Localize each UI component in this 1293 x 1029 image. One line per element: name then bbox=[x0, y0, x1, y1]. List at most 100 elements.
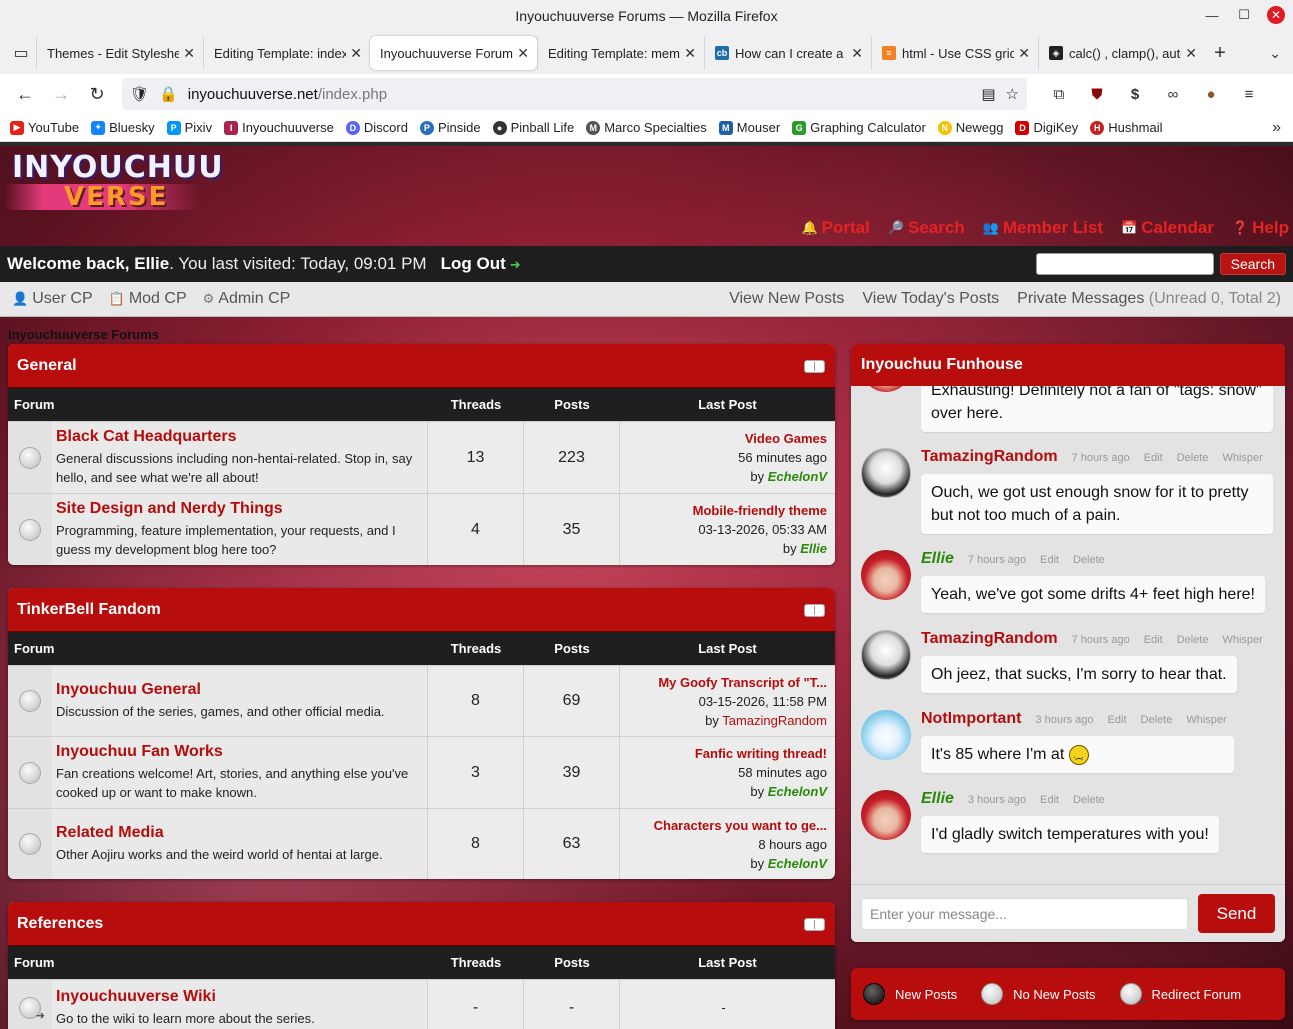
last-post-user-link[interactable]: TamazingRandom bbox=[722, 713, 827, 728]
bookmark-hushmail[interactable]: H Hushmail bbox=[1090, 120, 1162, 135]
tab-themes[interactable]: Themes - Edit Stylesheet ✕ bbox=[36, 36, 203, 70]
menu-icon[interactable]: ≡ bbox=[1235, 80, 1263, 108]
tab-editing-template-member[interactable]: Editing Template: member✕ bbox=[537, 36, 704, 70]
send-button[interactable]: Send bbox=[1198, 894, 1275, 933]
bookmark-newegg[interactable]: N Newegg bbox=[937, 120, 1003, 135]
user-avatar[interactable] bbox=[861, 630, 911, 680]
member-list-link[interactable]: 👥 Member List bbox=[983, 218, 1103, 238]
forum-name-link[interactable]: Inyouchuu Fan Works bbox=[56, 743, 423, 761]
bookmark-inyouchuuverse[interactable]: I Inyouchuuverse bbox=[224, 120, 334, 135]
chat-username[interactable]: Ellie bbox=[921, 550, 954, 568]
reader-view-icon[interactable]: ▤ bbox=[981, 85, 995, 103]
whisper-link[interactable]: Whisper bbox=[1222, 452, 1262, 464]
bookmark-bluesky[interactable]: ✦ Bluesky bbox=[91, 120, 155, 135]
whisper-link[interactable]: Whisper bbox=[1222, 634, 1262, 646]
close-tab-icon[interactable]: ✕ bbox=[350, 45, 362, 62]
infinity-icon[interactable]: ∞ bbox=[1159, 80, 1187, 108]
cookie-icon[interactable]: ● bbox=[1197, 80, 1225, 108]
reload-icon[interactable]: ↻ bbox=[82, 79, 112, 109]
edit-link[interactable]: Edit bbox=[1108, 714, 1127, 726]
maximize-icon[interactable]: ☐ bbox=[1235, 6, 1253, 24]
welcome-username[interactable]: Ellie bbox=[134, 254, 169, 273]
tab-editing-template-index[interactable]: Editing Template: index ✕ bbox=[203, 36, 370, 70]
new-tab-icon[interactable]: + bbox=[1205, 42, 1235, 65]
mod-cp-link[interactable]: 📋 Mod CP bbox=[109, 290, 187, 308]
header-search-button[interactable]: Search bbox=[1219, 253, 1286, 275]
help-link[interactable]: ❓ Help bbox=[1232, 218, 1289, 238]
delete-link[interactable]: Delete bbox=[1073, 554, 1105, 566]
more-bookmarks-icon[interactable]: » bbox=[1272, 119, 1281, 137]
close-window-icon[interactable]: ✕ bbox=[1267, 6, 1285, 24]
close-tab-icon[interactable]: ✕ bbox=[183, 45, 195, 62]
user-avatar[interactable] bbox=[861, 790, 911, 840]
bookmark-pinside[interactable]: P Pinside bbox=[419, 120, 481, 135]
chat-username[interactable]: Ellie bbox=[921, 790, 954, 808]
bookmark-graphing-calculator[interactable]: G Graphing Calculator bbox=[792, 120, 926, 135]
edit-link[interactable]: Edit bbox=[1040, 554, 1059, 566]
tab-calc-clamp[interactable]: ◈ calc() , clamp(), auto ✕ bbox=[1038, 36, 1205, 70]
close-tab-icon[interactable]: ✕ bbox=[684, 45, 696, 62]
back-arrow-icon[interactable]: ← bbox=[10, 79, 40, 109]
last-post-title-link[interactable]: Characters you want to ge... bbox=[654, 816, 827, 835]
close-tab-icon[interactable]: ✕ bbox=[851, 45, 863, 62]
lock-icon[interactable]: 🔒 bbox=[159, 85, 178, 103]
last-post-user-link[interactable]: EchelonV bbox=[768, 856, 827, 871]
header-search-input[interactable] bbox=[1035, 253, 1214, 275]
last-post-user-link[interactable]: EchelonV bbox=[768, 784, 827, 799]
search-link[interactable]: 🔎 Search bbox=[888, 218, 965, 238]
extensions-icon[interactable]: ⧉ bbox=[1045, 80, 1073, 108]
whisper-link[interactable]: Whisper bbox=[1186, 714, 1226, 726]
bookmark-pixiv[interactable]: P Pixiv bbox=[166, 120, 212, 135]
bookmark-digikey[interactable]: D DigiKey bbox=[1015, 120, 1078, 135]
tab-how-can-i-create[interactable]: cb How can I create a ✕ bbox=[704, 36, 871, 70]
edit-link[interactable]: Edit bbox=[1040, 794, 1059, 806]
close-tab-icon[interactable]: ✕ bbox=[517, 45, 529, 62]
last-post-title-link[interactable]: My Goofy Transcript of "T... bbox=[658, 673, 827, 692]
user-cp-link[interactable]: 👤 User CP bbox=[12, 290, 93, 308]
close-tab-icon[interactable]: ✕ bbox=[1018, 45, 1030, 62]
delete-link[interactable]: Delete bbox=[1073, 794, 1105, 806]
bookmark-youtube[interactable]: ▶ YouTube bbox=[10, 120, 79, 135]
forum-name-link[interactable]: Black Cat Headquarters bbox=[56, 428, 423, 446]
shield-icon[interactable]: 🛡 bbox=[130, 85, 149, 103]
bookmark-marco-specialties[interactable]: M Marco Specialties bbox=[586, 120, 707, 135]
minimize-icon[interactable]: — bbox=[1203, 6, 1221, 24]
chat-username[interactable]: TamazingRandom bbox=[921, 630, 1058, 648]
forum-name-link[interactable]: Site Design and Nerdy Things bbox=[56, 500, 423, 518]
tab-inyouchuuverse-forums[interactable]: Inyouchuuverse Forums ✕ bbox=[370, 36, 537, 70]
collapse-toggle-icon[interactable] bbox=[804, 918, 825, 931]
admin-cp-link[interactable]: ⚙ Admin CP bbox=[203, 290, 291, 308]
forum-name-link[interactable]: Related Media bbox=[56, 824, 423, 842]
view-todays-posts-link[interactable]: View Today's Posts bbox=[862, 290, 999, 308]
tab-css-grid[interactable]: ≡ html - Use CSS grid ✕ bbox=[871, 36, 1038, 70]
user-avatar[interactable] bbox=[861, 550, 911, 600]
breadcrumb[interactable]: Inyouchuuverse Forums bbox=[8, 327, 159, 342]
close-tab-icon[interactable]: ✕ bbox=[1185, 45, 1197, 62]
collapse-toggle-icon[interactable] bbox=[804, 604, 825, 617]
last-post-title-link[interactable]: Fanfic writing thread! bbox=[695, 744, 827, 763]
delete-link[interactable]: Delete bbox=[1177, 634, 1209, 646]
chat-username[interactable]: TamazingRandom bbox=[921, 448, 1058, 466]
bookmark-star-icon[interactable]: ☆ bbox=[1006, 85, 1019, 103]
last-post-user-link[interactable]: EchelonV bbox=[768, 469, 827, 484]
dollar-icon[interactable]: $ bbox=[1121, 80, 1149, 108]
logout-link[interactable]: Log Out ➜ bbox=[441, 254, 521, 274]
edit-link[interactable]: Edit bbox=[1144, 452, 1163, 464]
collapse-toggle-icon[interactable] bbox=[804, 360, 825, 373]
bookmark-mouser[interactable]: M Mouser bbox=[718, 120, 780, 135]
chat-username[interactable]: NotImportant bbox=[921, 710, 1021, 728]
bookmark-pinball-life[interactable]: ● Pinball Life bbox=[492, 120, 574, 135]
view-new-posts-link[interactable]: View New Posts bbox=[729, 290, 844, 308]
url-bar[interactable]: 🛡 🔒 inyouchuuverse.net/index.php ▤ ☆ bbox=[122, 78, 1027, 110]
forum-name-link[interactable]: Inyouchuu General bbox=[56, 681, 423, 699]
bookmark-discord[interactable]: D Discord bbox=[345, 120, 408, 135]
last-post-title-link[interactable]: Mobile-friendly theme bbox=[693, 501, 827, 520]
calendar-link[interactable]: 📅 Calendar bbox=[1121, 218, 1214, 238]
forward-arrow-icon[interactable]: → bbox=[46, 79, 76, 109]
private-messages-link[interactable]: Private Messages (Unread 0, Total 2) bbox=[1017, 290, 1281, 308]
site-logo[interactable]: INYOUCHUU VERSE bbox=[4, 152, 223, 214]
edit-link[interactable]: Edit bbox=[1144, 634, 1163, 646]
last-post-title-link[interactable]: Video Games bbox=[745, 429, 827, 448]
chat-message-input[interactable] bbox=[861, 897, 1188, 930]
portal-link[interactable]: 🔔 Portal bbox=[801, 218, 869, 238]
